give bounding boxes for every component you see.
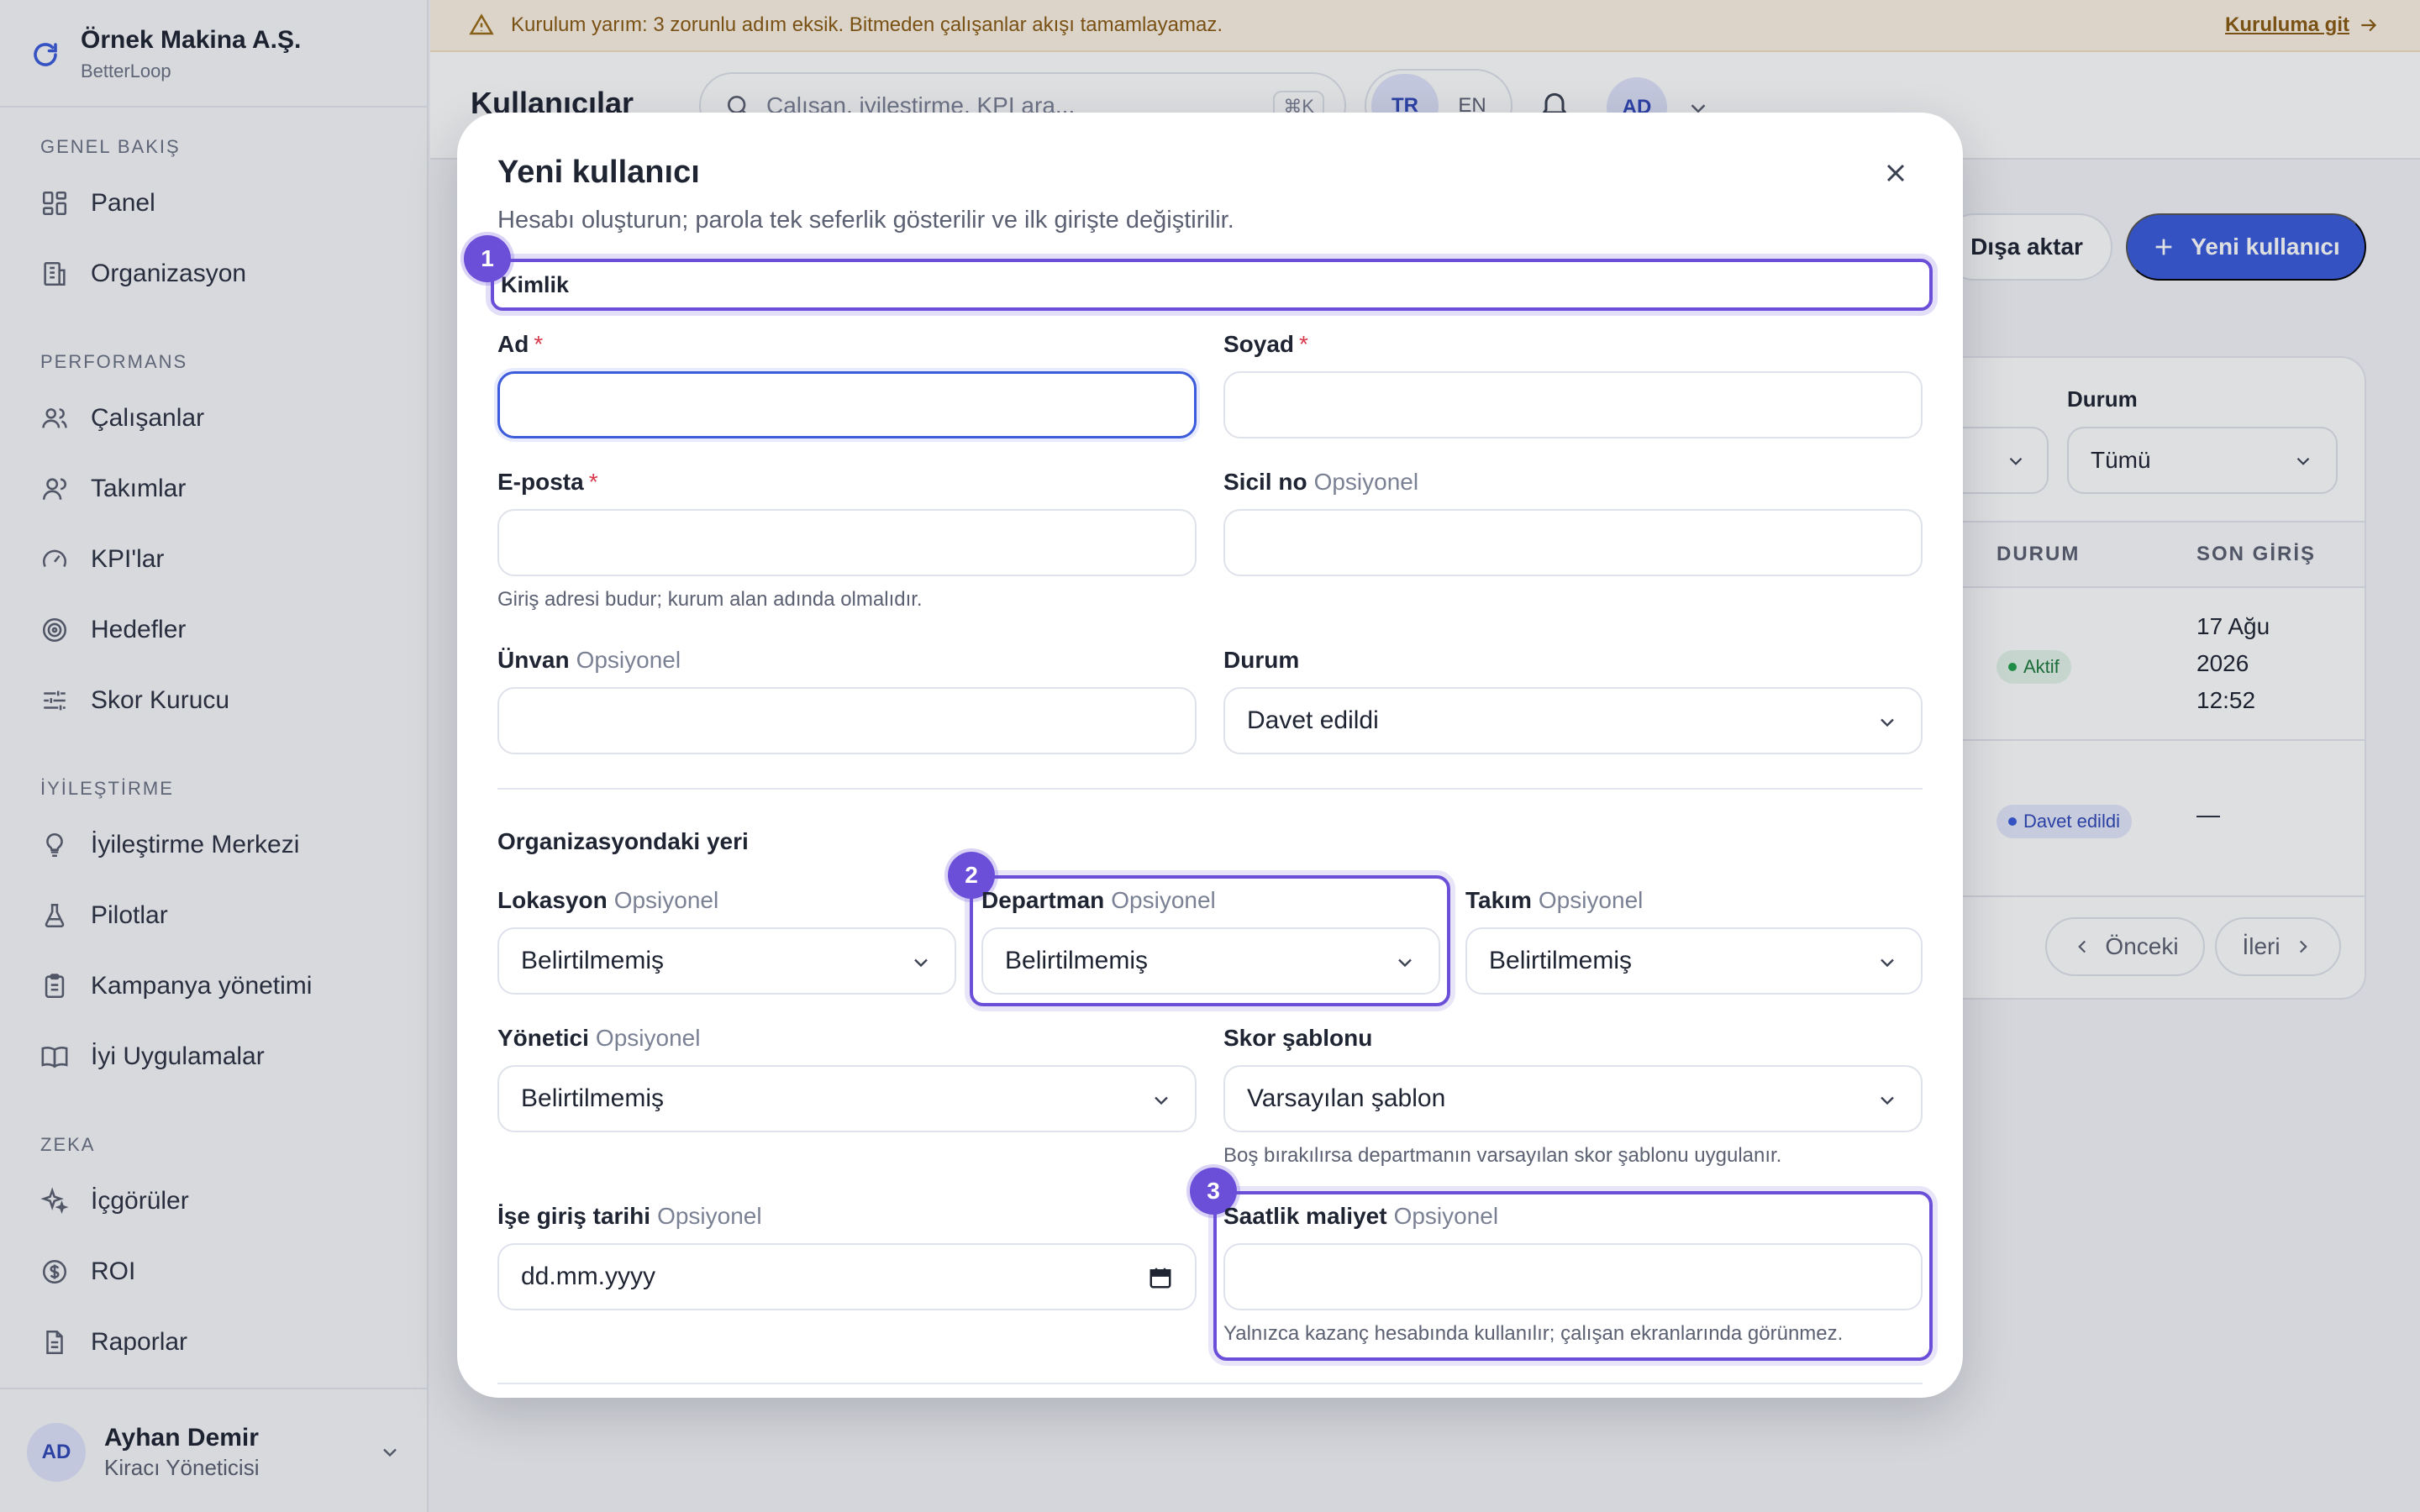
team-select[interactable]: Belirtilmemiş [1465,927,1923,995]
email-label: E-posta * [497,469,598,495]
start-date-field[interactable]: dd.mm.yyyy [497,1243,1197,1310]
score-template-select[interactable]: Varsayılan şablon [1223,1065,1923,1132]
status-select[interactable]: Davet edildi [1223,687,1923,754]
hourly-cost-help: Yalnızca kazanç hesabında kullanılır; ça… [1223,1322,1844,1345]
employee-no-label: Sicil no Opsiyonel [1223,469,1419,495]
dialog-subtitle: Hesabı oluşturun; parola tek seferlik gö… [497,207,1234,234]
email-field[interactable] [497,509,1197,576]
last-name-field[interactable] [1223,371,1923,438]
divider [497,788,1923,790]
hourly-cost-label: Saatlik maliyet Opsiyonel [1223,1203,1499,1229]
team-label: Takım Opsiyonel [1465,887,1644,913]
chevron-down-icon [1876,711,1899,734]
first-name-label: Ad * [497,331,544,357]
status-select-value: Davet edildi [1247,706,1379,734]
chevron-down-icon [1876,951,1899,974]
department-label: Departman Opsiyonel [981,887,1216,913]
chevron-down-icon [1876,1089,1899,1112]
job-title-label: Ünvan Opsiyonel [497,647,681,673]
chevron-down-icon [1150,1089,1173,1112]
score-template-help: Boş bırakılırsa departmanın varsayılan s… [1223,1144,1782,1167]
hourly-cost-field[interactable] [1223,1243,1923,1310]
start-date-label: İşe giriş tarihi Opsiyonel [497,1203,762,1229]
manager-select[interactable]: Belirtilmemiş [497,1065,1197,1132]
location-select[interactable]: Belirtilmemiş [497,927,956,995]
dialog-title: Yeni kullanıcı [497,155,700,190]
divider [497,1383,1923,1384]
new-user-dialog: Yeni kullanıcı Hesabı oluşturun; parola … [457,113,1963,1398]
org-section-heading: Organizasyondaki yeri [497,828,749,854]
employee-no-field[interactable] [1223,509,1923,576]
department-select[interactable]: Belirtilmemiş [981,927,1440,995]
email-help: Giriş adresi budur; kurum alan adında ol… [497,588,923,611]
chevron-down-icon [909,951,933,974]
step-marker-1: 1 [464,235,511,282]
manager-label: Yönetici Opsiyonel [497,1025,701,1051]
chevron-down-icon [1393,951,1417,974]
identity-section-heading: Kimlik [491,259,1933,311]
status-label: Durum [1223,647,1300,673]
location-label: Lokasyon Opsiyonel [497,887,719,913]
last-name-label: Soyad * [1223,331,1308,357]
identity-section-label: Kimlik [501,271,570,297]
first-name-field[interactable] [497,371,1197,438]
close-icon[interactable] [1881,158,1911,188]
job-title-field[interactable] [497,687,1197,754]
calendar-icon[interactable] [1148,1265,1173,1290]
score-template-label: Skor şablonu [1223,1025,1373,1051]
